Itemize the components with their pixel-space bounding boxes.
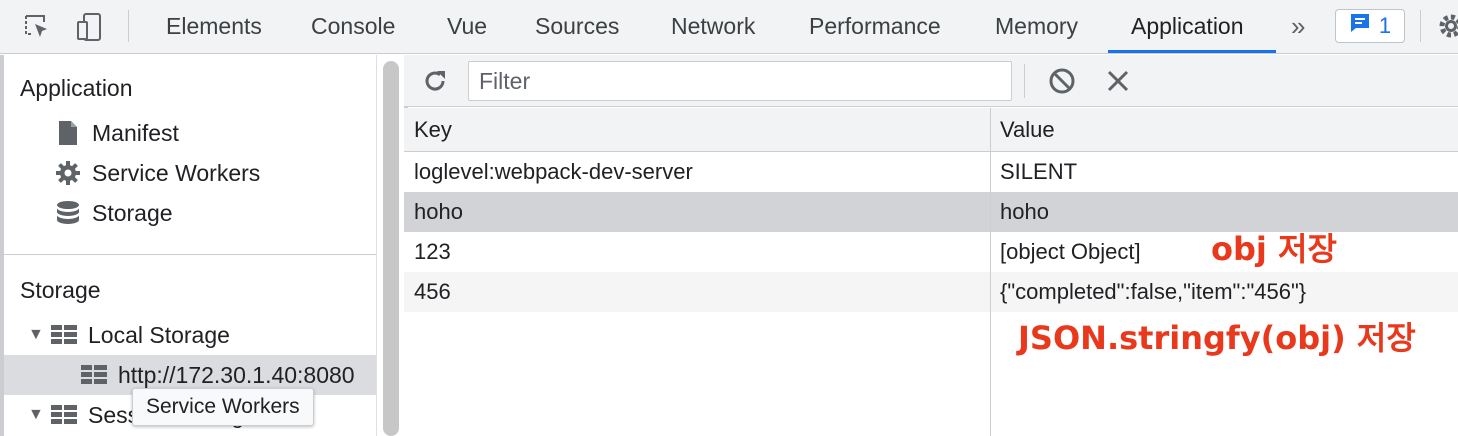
gear-icon bbox=[54, 159, 82, 187]
sidebar-item-label: Local Storage bbox=[88, 321, 230, 348]
storage-table: Key Value loglevel:webpack-dev-server SI… bbox=[404, 108, 1458, 436]
sidebar-item-label: http://172.30.1.40:8080 bbox=[118, 361, 355, 388]
message-icon bbox=[1349, 12, 1371, 40]
delete-selected-icon[interactable] bbox=[1101, 64, 1135, 98]
sidebar-item-manifest[interactable]: Manifest bbox=[54, 115, 179, 151]
tab-elements[interactable]: Elements bbox=[166, 0, 262, 54]
column-divider[interactable] bbox=[990, 108, 991, 436]
issues-count: 1 bbox=[1378, 13, 1392, 38]
cell-value: [object Object] bbox=[1000, 239, 1141, 264]
storage-section-title: Storage bbox=[20, 277, 101, 303]
table-header: Key Value bbox=[404, 108, 1458, 152]
table-icon bbox=[50, 401, 78, 429]
more-tabs-button[interactable]: » bbox=[1291, 0, 1305, 54]
sidebar-item-label: Service Workers bbox=[92, 159, 261, 186]
application-sidebar: Application Manifest Service Workers Sto… bbox=[0, 55, 408, 436]
tab-sources[interactable]: Sources bbox=[535, 0, 619, 54]
cell-value: hoho bbox=[1000, 199, 1049, 224]
annotation-json-stringify: JSON.stringfy(obj) 저장 bbox=[1018, 319, 1416, 357]
cell-key: 123 bbox=[414, 239, 451, 264]
inspect-element-icon[interactable] bbox=[20, 10, 54, 44]
column-header-value[interactable]: Value bbox=[1000, 108, 1055, 152]
expand-triangle-icon[interactable]: ▼ bbox=[28, 326, 50, 344]
clear-all-icon[interactable] bbox=[1045, 64, 1079, 98]
section-divider bbox=[4, 254, 376, 255]
sidebar-item-storage[interactable]: Storage bbox=[54, 195, 173, 231]
active-tab-indicator bbox=[1108, 50, 1276, 53]
storage-toolbar bbox=[404, 55, 1458, 107]
table-row[interactable]: loglevel:webpack-dev-server SILENT bbox=[404, 152, 1458, 192]
table-row[interactable]: 456 {"completed":false,"item":"456"} bbox=[404, 272, 1458, 312]
tab-memory[interactable]: Memory bbox=[995, 0, 1078, 54]
refresh-icon[interactable] bbox=[418, 64, 452, 98]
settings-gear-icon[interactable] bbox=[1436, 11, 1458, 41]
sidebar-item-local-storage[interactable]: ▼ Local Storage bbox=[28, 317, 230, 353]
annotation-obj: obj 저장 bbox=[1211, 230, 1337, 268]
tab-console[interactable]: Console bbox=[311, 0, 395, 54]
application-section-title: Application bbox=[20, 75, 133, 101]
table-icon bbox=[50, 321, 78, 349]
cell-key: loglevel:webpack-dev-server bbox=[414, 159, 693, 184]
sidebar-item-label: Manifest bbox=[92, 119, 179, 146]
database-icon bbox=[54, 199, 82, 227]
devtools-tab-bar: Elements Console Vue Sources Network Per… bbox=[0, 0, 1458, 54]
cell-value: SILENT bbox=[1000, 159, 1078, 184]
cell-key: 456 bbox=[414, 279, 451, 304]
tab-network[interactable]: Network bbox=[671, 0, 755, 54]
tab-vue[interactable]: Vue bbox=[447, 0, 487, 54]
device-toolbar-icon[interactable] bbox=[72, 10, 106, 44]
tooltip: Service Workers bbox=[132, 388, 314, 426]
filter-input[interactable] bbox=[468, 61, 1012, 101]
sidebar-item-service-workers[interactable]: Service Workers bbox=[54, 155, 260, 191]
column-header-key[interactable]: Key bbox=[414, 108, 452, 152]
sidebar-item-label: Storage bbox=[92, 199, 173, 226]
table-icon bbox=[80, 361, 108, 389]
cell-key: hoho bbox=[414, 199, 463, 224]
tab-application[interactable]: Application bbox=[1131, 0, 1244, 54]
tab-performance[interactable]: Performance bbox=[809, 0, 941, 54]
issues-button[interactable]: 1 bbox=[1335, 9, 1405, 43]
expand-triangle-icon[interactable]: ▼ bbox=[28, 406, 50, 424]
sidebar-scrollbar-thumb[interactable] bbox=[383, 61, 399, 436]
cell-value: {"completed":false,"item":"456"} bbox=[1000, 279, 1307, 304]
document-icon bbox=[54, 119, 82, 147]
